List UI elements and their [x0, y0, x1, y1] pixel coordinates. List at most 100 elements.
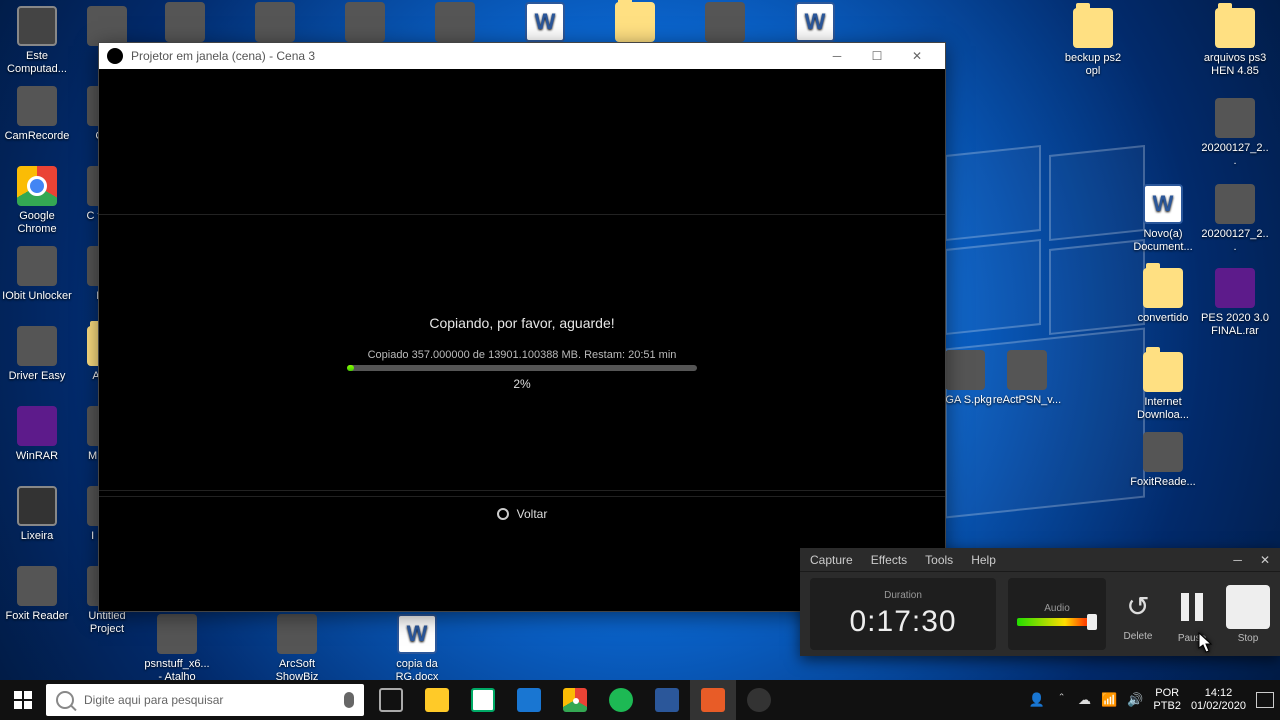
- taskbar-explorer[interactable]: [414, 680, 460, 720]
- menu-effects[interactable]: Effects: [871, 553, 907, 567]
- desktop-icon[interactable]: [600, 2, 670, 46]
- tray-network-icon[interactable]: 📶: [1101, 692, 1117, 708]
- file-icon: [1143, 352, 1183, 392]
- desktop-icon[interactable]: CamRecorde: [2, 86, 72, 143]
- desktop-icon[interactable]: Google Chrome: [2, 166, 72, 236]
- desktop-icon-label: Untitled Project: [72, 610, 142, 636]
- desktop-icon[interactable]: 20200127_2...: [1200, 184, 1270, 254]
- file-icon: [17, 246, 57, 286]
- file-icon: [435, 2, 475, 42]
- camtasia-recorder: Capture Effects Tools Help ─ ✕ Duration …: [800, 548, 1280, 656]
- search-icon: [56, 691, 74, 709]
- recorder-close-button[interactable]: ✕: [1260, 553, 1270, 567]
- taskbar-store[interactable]: [460, 680, 506, 720]
- desktop-icon[interactable]: ArcSoft ShowBiz: [262, 614, 332, 684]
- file-icon: [17, 166, 57, 206]
- obs-icon: [107, 48, 123, 64]
- desktop-icon[interactable]: 20200127_2...: [1200, 98, 1270, 168]
- desktop-icon[interactable]: [330, 2, 400, 46]
- desktop-icon-label: arquivos ps3 HEN 4.85: [1200, 52, 1270, 78]
- maximize-button[interactable]: ☐: [857, 43, 897, 69]
- file-icon: [1143, 184, 1183, 224]
- desktop-icon-label: 20200127_2...: [1200, 142, 1270, 168]
- file-icon: [525, 2, 565, 42]
- menu-help[interactable]: Help: [971, 553, 996, 567]
- delete-label: Delete: [1124, 631, 1153, 642]
- tray-onedrive-icon[interactable]: ☁: [1078, 692, 1091, 708]
- desktop-icon-label: Driver Easy: [9, 370, 66, 383]
- stop-button[interactable]: Stop: [1226, 585, 1270, 644]
- file-icon: [17, 566, 57, 606]
- taskbar-camtasia[interactable]: [690, 680, 736, 720]
- start-button[interactable]: [0, 680, 46, 720]
- desktop-icon[interactable]: Este Computad...: [2, 6, 72, 76]
- delete-button[interactable]: Delete: [1118, 587, 1158, 642]
- tray-people-icon[interactable]: 👤: [1029, 692, 1045, 708]
- taskbar-mail[interactable]: [506, 680, 552, 720]
- undo-icon: [1118, 587, 1158, 627]
- desktop-icon[interactable]: arquivos ps3 HEN 4.85: [1200, 8, 1270, 78]
- desktop-icon[interactable]: reActPSN_v...: [992, 350, 1062, 407]
- taskbar-chrome[interactable]: [552, 680, 598, 720]
- taskbar-search[interactable]: Digite aqui para pesquisar: [46, 684, 364, 716]
- file-icon: [17, 486, 57, 526]
- desktop-icon-label: Internet Downloa...: [1128, 396, 1198, 422]
- desktop-icon[interactable]: [420, 2, 490, 46]
- desktop-icon[interactable]: [690, 2, 760, 46]
- circle-icon: [497, 508, 509, 520]
- recorder-minimize-button[interactable]: ─: [1233, 553, 1242, 567]
- back-row[interactable]: Voltar: [99, 496, 945, 521]
- desktop-icon[interactable]: IObit Unlocker: [2, 246, 72, 303]
- lang-top: POR: [1153, 687, 1181, 700]
- obs-titlebar[interactable]: Projetor em janela (cena) - Cena 3 ─ ☐ ✕: [99, 43, 945, 69]
- file-icon: [397, 614, 437, 654]
- file-icon: [165, 2, 205, 42]
- file-icon: [17, 326, 57, 366]
- desktop-icon[interactable]: Internet Downloa...: [1128, 352, 1198, 422]
- desktop-icon[interactable]: Novo(a) Document...: [1128, 184, 1198, 254]
- file-icon: [1215, 184, 1255, 224]
- menu-tools[interactable]: Tools: [925, 553, 953, 567]
- desktop-icon[interactable]: Driver Easy: [2, 326, 72, 383]
- pause-button[interactable]: Pause: [1170, 585, 1214, 644]
- back-label: Voltar: [517, 507, 548, 521]
- taskbar-word[interactable]: [644, 680, 690, 720]
- desktop-icon[interactable]: Lixeira: [2, 486, 72, 543]
- desktop-icon[interactable]: Foxit Reader: [2, 566, 72, 623]
- task-view-button[interactable]: [368, 680, 414, 720]
- desktop-icon-label: Lixeira: [21, 530, 53, 543]
- copy-progress-bar: [347, 365, 697, 371]
- desktop-icon[interactable]: WinRAR: [2, 406, 72, 463]
- desktop-icon-label: IObit Unlocker: [2, 290, 72, 303]
- desktop-icon[interactable]: PES 2020 3.0 FINAL.rar: [1200, 268, 1270, 338]
- desktop-icon[interactable]: [510, 2, 580, 46]
- desktop-icon[interactable]: beckup ps2 opl: [1058, 8, 1128, 78]
- tray-volume-icon[interactable]: 🔊: [1127, 692, 1143, 708]
- file-icon: [795, 2, 835, 42]
- tray-language[interactable]: POR PTB2: [1153, 687, 1181, 713]
- taskbar-spotify[interactable]: [598, 680, 644, 720]
- copy-heading: Copiando, por favor, aguarde!: [429, 315, 614, 331]
- desktop-icon[interactable]: [240, 2, 310, 46]
- taskbar-obs[interactable]: [736, 680, 782, 720]
- desktop-icon[interactable]: copia da RG.docx: [382, 614, 452, 684]
- desktop-icon-label: beckup ps2 opl: [1058, 52, 1128, 78]
- desktop-icon[interactable]: FoxitReade...: [1128, 432, 1198, 489]
- tray-clock[interactable]: 14:12 01/02/2020: [1191, 687, 1246, 713]
- duration-label: Duration: [884, 590, 922, 601]
- copy-detail: Copiado 357.000000 de 13901.100388 MB. R…: [368, 349, 677, 361]
- minimize-button[interactable]: ─: [817, 43, 857, 69]
- file-icon: [17, 6, 57, 46]
- desktop-icon[interactable]: convertido: [1128, 268, 1198, 325]
- tray-chevron-up-icon[interactable]: ＾: [1055, 691, 1068, 710]
- menu-capture[interactable]: Capture: [810, 553, 853, 567]
- obs-projector-window: Projetor em janela (cena) - Cena 3 ─ ☐ ✕…: [98, 42, 946, 612]
- desktop-icon[interactable]: [780, 2, 850, 46]
- action-center-icon[interactable]: [1256, 692, 1274, 708]
- file-icon: [1215, 98, 1255, 138]
- close-button[interactable]: ✕: [897, 43, 937, 69]
- microphone-icon[interactable]: [344, 692, 354, 708]
- audio-meter[interactable]: [1017, 618, 1097, 626]
- desktop-icon[interactable]: [150, 2, 220, 46]
- desktop-icon[interactable]: psnstuff_x6... - Atalho: [142, 614, 212, 684]
